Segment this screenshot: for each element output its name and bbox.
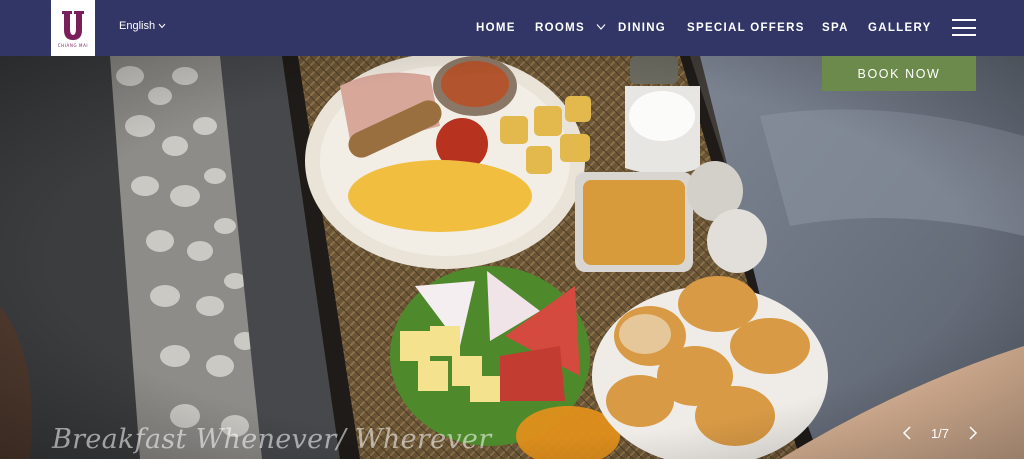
chevron-down-icon[interactable] — [596, 23, 606, 31]
nav-home[interactable]: HOME — [476, 22, 516, 34]
menu-icon[interactable] — [952, 19, 976, 36]
hero-image — [0, 56, 1024, 459]
chevron-left-icon[interactable] — [902, 426, 912, 440]
nav-special-offers[interactable]: SPECIAL OFFERS — [687, 22, 805, 34]
site-header: CHIANG MAI English HOME ROOMS DINING SPE… — [0, 0, 1024, 56]
slider-controls: 1/7 — [902, 424, 978, 442]
hotel-logo[interactable]: CHIANG MAI — [51, 0, 95, 56]
logo-subtext: CHIANG MAI — [57, 42, 89, 48]
nav-rooms[interactable]: ROOMS — [535, 22, 585, 34]
u-logo-mark — [62, 10, 84, 40]
language-label: English — [119, 20, 156, 32]
slide-counter: 1/7 — [930, 425, 950, 441]
nav-gallery[interactable]: GALLERY — [868, 22, 932, 34]
chevron-down-icon — [158, 23, 166, 29]
hero-slider — [0, 56, 1024, 459]
book-now-button[interactable]: BOOK NOW — [822, 56, 976, 91]
nav-spa[interactable]: SPA — [822, 22, 849, 34]
language-selector[interactable]: English — [119, 20, 166, 32]
slide-caption: Breakfast Whenever/ Wherever — [52, 424, 492, 455]
nav-dining[interactable]: DINING — [618, 22, 666, 34]
chevron-right-icon[interactable] — [968, 426, 978, 440]
